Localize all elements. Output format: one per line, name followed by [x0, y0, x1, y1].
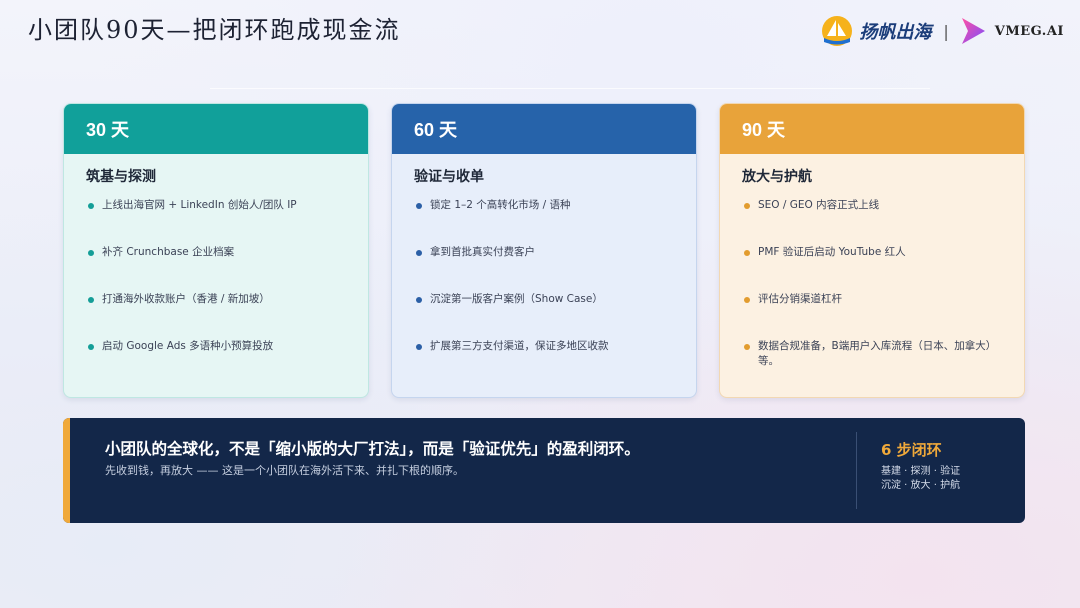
list-item: 拿到首批真实付费客户 [416, 245, 682, 260]
list-item: 扩展第三方支付渠道，保证多地区收款 [416, 339, 682, 354]
slide-title: 小团队90天—把闭环跑成现金流 [28, 16, 401, 44]
steps-line-1: 基建 · 探测 · 验证 [881, 466, 961, 477]
vmeg-play-logo-icon [961, 18, 985, 44]
summary-banner: 小团队的全球化，不是「缩小版的大厂打法」，而是「验证优先」的盈利闭环。 先收到钱… [63, 418, 1025, 523]
phase-card-list: 锁定 1–2 个高转化市场 / 语种 拿到首批真实付费客户 沉淀第一版客户案例（… [392, 198, 696, 354]
phase-card-heading: 放大与护航 [742, 169, 812, 185]
phase-card-30: 30 天 筑基与探测 上线出海官网 + LinkedIn 创始人/团队 IP 补… [63, 103, 369, 398]
list-item: 数据合规准备，B端用户入库流程（日本、加拿大）等。 [744, 339, 1010, 369]
list-item: PMF 验证后启动 YouTube 红人 [744, 245, 1010, 260]
phase-card-60: 60 天 验证与收单 锁定 1–2 个高转化市场 / 语种 拿到首批真实付费客户… [391, 103, 697, 398]
phase-card-90: 90 天 放大与护航 SEO / GEO 内容正式上线 PMF 验证后启动 Yo… [719, 103, 1025, 398]
banner-accent-bar [63, 418, 70, 523]
phase-card-list: 上线出海官网 + LinkedIn 创始人/团队 IP 补齐 Crunchbas… [64, 198, 368, 354]
phase-card-heading: 筑基与探测 [86, 169, 156, 185]
brand-vmeg-text: VMEG.AI [994, 23, 1064, 39]
banner-divider [856, 432, 857, 509]
sail-logo-icon [822, 16, 853, 46]
brand-yangfan-text: 扬帆出海 [859, 22, 932, 43]
steps-title: 6 步闭环 [881, 441, 942, 459]
banner-headline: 小团队的全球化，不是「缩小版的大厂打法」，而是「验证优先」的盈利闭环。 [105, 440, 640, 458]
logo-group: 扬帆出海 | VMEG.AI [821, 14, 1064, 48]
list-item: SEO / GEO 内容正式上线 [744, 198, 1010, 213]
list-item: 补齐 Crunchbase 企业档案 [88, 245, 354, 260]
list-item: 启动 Google Ads 多语种小预算投放 [88, 339, 354, 354]
list-item: 上线出海官网 + LinkedIn 创始人/团队 IP [88, 198, 354, 213]
phase-card-heading: 验证与收单 [414, 169, 484, 185]
logo-separator: | [943, 21, 949, 41]
list-item: 评估分销渠道杠杆 [744, 292, 1010, 307]
phase-card-header: 90 天 [720, 104, 1024, 154]
phase-card-header: 30 天 [64, 104, 368, 154]
header-divider [210, 88, 930, 89]
phase-card-list: SEO / GEO 内容正式上线 PMF 验证后启动 YouTube 红人 评估… [720, 198, 1024, 369]
list-item: 锁定 1–2 个高转化市场 / 语种 [416, 198, 682, 213]
banner-subline: 先收到钱，再放大 —— 这是一个小团队在海外活下来、并扎下根的顺序。 [105, 464, 464, 477]
list-item: 沉淀第一版客户案例（Show Case） [416, 292, 682, 307]
steps-line-2: 沉淀 · 放大 · 护航 [881, 480, 961, 491]
list-item: 打通海外收款账户（香港 / 新加坡） [88, 292, 354, 307]
phase-card-header: 60 天 [392, 104, 696, 154]
